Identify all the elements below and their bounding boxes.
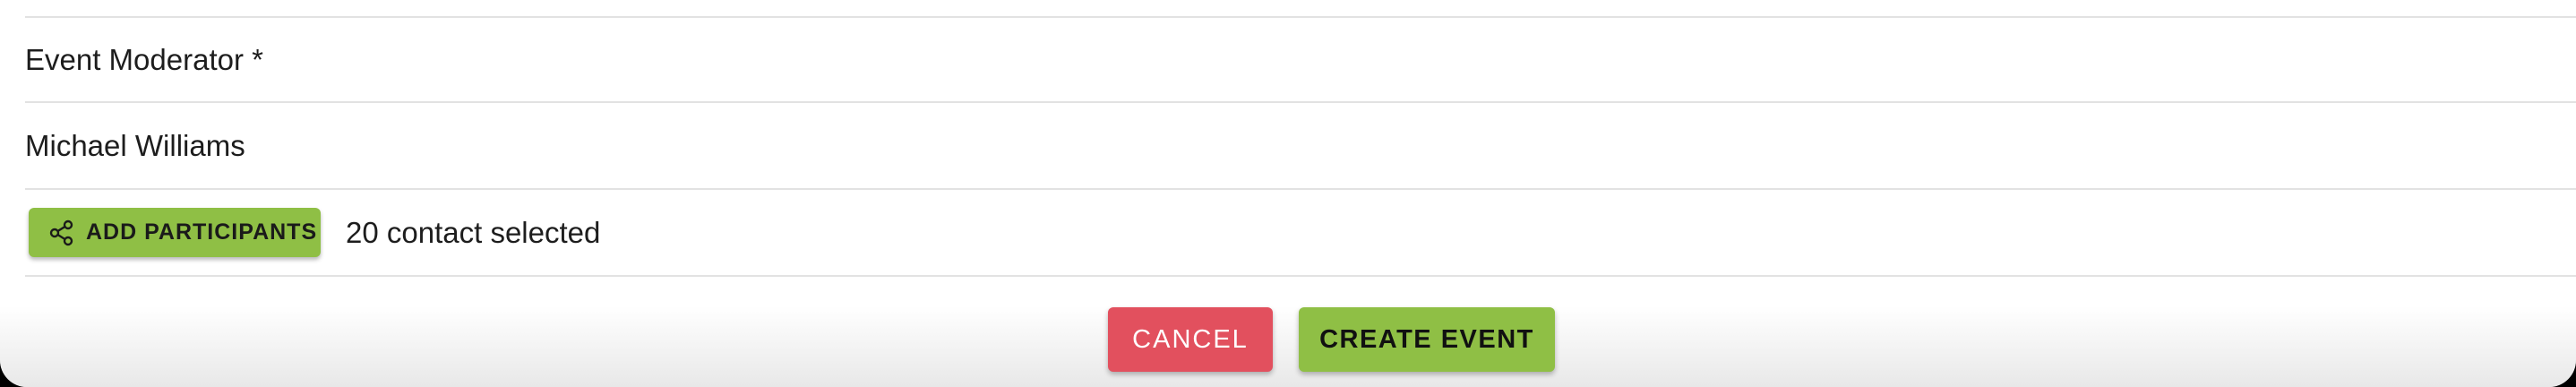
create-event-button[interactable]: CREATE EVENT bbox=[1299, 307, 1555, 372]
event-form-panel: Event Moderator * Michael Williams ADD P… bbox=[0, 0, 2576, 387]
share-icon bbox=[48, 219, 75, 246]
selected-contacts-count: 20 contact selected bbox=[346, 216, 601, 249]
add-participants-label: ADD PARTICIPANTS bbox=[86, 219, 318, 245]
divider-participants-top bbox=[25, 188, 2576, 190]
divider-participants-bottom bbox=[25, 275, 2576, 277]
divider-top bbox=[25, 16, 2576, 18]
cancel-button[interactable]: CANCEL bbox=[1108, 307, 1273, 372]
event-moderator-label: Event Moderator * bbox=[25, 43, 263, 76]
event-moderator-value[interactable]: Michael Williams bbox=[25, 128, 245, 164]
divider-moderator bbox=[25, 101, 2576, 103]
bottom-shadow bbox=[0, 306, 2576, 387]
add-participants-button[interactable]: ADD PARTICIPANTS bbox=[29, 208, 321, 257]
